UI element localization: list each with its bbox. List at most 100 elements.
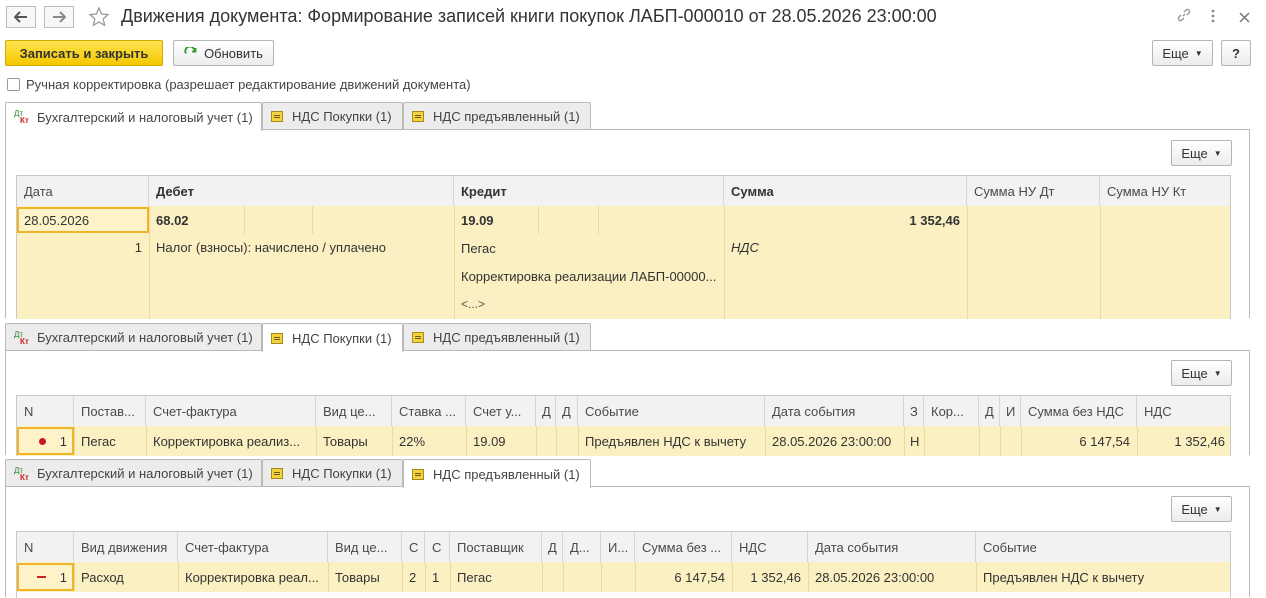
event-date-cell[interactable]: 28.05.2026 23:00:00 [808, 562, 976, 592]
tab-label: НДС Покупки (1) [292, 466, 392, 481]
column-header[interactable]: Дата события [765, 396, 904, 426]
vat-cell[interactable]: 1 352,46 [732, 562, 808, 592]
column-header[interactable]: Д... [563, 532, 601, 562]
back-button[interactable] [6, 6, 36, 28]
tab-vat-purchases[interactable]: НДС Покупки (1) [262, 323, 403, 352]
column-header[interactable]: Ставка ... [392, 396, 466, 426]
supplier-cell[interactable]: Пегас [74, 426, 146, 456]
column-header[interactable]: Вид движения [74, 532, 178, 562]
column-header[interactable]: И [1000, 396, 1021, 426]
column-header[interactable]: Сумма без ... [635, 532, 732, 562]
sum-subconto[interactable]: НДС [724, 234, 967, 260]
column-header[interactable]: Сумма НУ Кт [1100, 176, 1230, 206]
column-header[interactable]: Кор... [924, 396, 979, 426]
tab-accounting[interactable]: Дт Кт Бухгалтерский и налоговый учет (1) [5, 102, 262, 131]
row-number: 1 [59, 433, 67, 449]
tab-accounting[interactable]: Дт Кт Бухгалтерский и налоговый учет (1) [5, 459, 262, 487]
column-header[interactable]: Постав... [74, 396, 146, 426]
credit-subconto-3[interactable]: <...> [454, 290, 724, 318]
vat-cell[interactable]: 1 352,46 [1137, 426, 1230, 456]
column-header[interactable]: Д [556, 396, 578, 426]
arrow-right-icon [53, 11, 66, 23]
column-header[interactable]: Дебет [149, 176, 454, 206]
account-cell[interactable]: 19.09 [466, 426, 536, 456]
manual-correction-checkbox[interactable] [7, 78, 20, 91]
credit-subconto-2[interactable]: Корректировка реализации ЛАБП-00000... [454, 262, 724, 290]
column-header[interactable]: Счет-фактура [178, 532, 328, 562]
date-cell[interactable]: 28.05.2026 [17, 207, 149, 233]
column-header[interactable]: Сумма [724, 176, 967, 206]
column-header[interactable]: Д [979, 396, 1000, 426]
sum-without-vat-cell[interactable]: 6 147,54 [1021, 426, 1137, 456]
sum-cell[interactable]: 1 352,46 [724, 206, 967, 234]
favorite-star-icon[interactable] [88, 6, 110, 31]
more-vertical-icon[interactable] [1210, 8, 1216, 29]
column-header[interactable]: Сумма без НДС [1021, 396, 1137, 426]
column-header[interactable]: С [402, 532, 425, 562]
tab-vat-purchases[interactable]: НДС Покупки (1) [262, 459, 403, 487]
column-header[interactable]: НДС [1137, 396, 1230, 426]
column-header[interactable]: Сумма НУ Дт [967, 176, 1100, 206]
dropdown-arrow-icon: ▼ [1213, 368, 1222, 378]
column-header[interactable]: Вид це... [316, 396, 392, 426]
refresh-button[interactable]: Обновить [173, 40, 274, 66]
column-header[interactable]: Событие [578, 396, 765, 426]
forward-button[interactable] [44, 6, 74, 28]
invoice-cell[interactable]: Корректировка реализ... [146, 426, 316, 456]
sum-without-vat-cell[interactable]: 6 147,54 [635, 562, 732, 592]
tab-accounting[interactable]: Дт Кт Бухгалтерский и налоговый учет (1) [5, 323, 262, 351]
more-button[interactable]: Еще ▼ [1152, 40, 1213, 66]
column-header[interactable]: N [17, 532, 74, 562]
column-header[interactable]: Дата [17, 176, 149, 206]
row-number-cell[interactable]: 1 [17, 563, 74, 591]
tab-vat-presented[interactable]: НДС предъявленный (1) [403, 459, 591, 488]
movement-type-cell[interactable]: Расход [74, 562, 178, 592]
column-header[interactable]: Событие [976, 532, 1230, 562]
column-header[interactable]: Д [542, 532, 563, 562]
column-header[interactable]: З [904, 396, 924, 426]
column-header[interactable]: НДС [732, 532, 808, 562]
rate-cell[interactable]: 22% [392, 426, 466, 456]
event-cell[interactable]: Предъявлен НДС к вычету [976, 562, 1230, 592]
event-cell[interactable]: Предъявлен НДС к вычету [578, 426, 765, 456]
accounting-table[interactable]: Дата Дебет Кредит Сумма Сумма НУ Дт Сумм… [16, 175, 1231, 319]
vat-presented-table[interactable]: N Вид движения Счет-фактура Вид це... С … [16, 531, 1231, 598]
value-type-cell[interactable]: Товары [328, 562, 402, 592]
supplier-cell[interactable]: Пегас [450, 562, 542, 592]
debit-subconto[interactable]: Налог (взносы): начислено / уплачено [149, 234, 454, 260]
column-header[interactable]: Д [536, 396, 556, 426]
c2-cell[interactable]: 1 [425, 562, 450, 592]
column-header[interactable]: И... [601, 532, 635, 562]
dropdown-arrow-icon: ▼ [1213, 504, 1222, 514]
help-button[interactable]: ? [1221, 40, 1251, 66]
more-button[interactable]: Еще ▼ [1171, 360, 1232, 386]
vat-purchases-section: Дт Кт Бухгалтерский и налоговый учет (1) … [5, 323, 1250, 456]
tab-vat-presented[interactable]: НДС предъявленный (1) [403, 323, 591, 351]
value-type-cell[interactable]: Товары [316, 426, 392, 456]
vat-purchases-table[interactable]: N Постав... Счет-фактура Вид це... Ставк… [16, 395, 1231, 456]
more-button[interactable]: Еще ▼ [1171, 496, 1232, 522]
c1-cell[interactable]: 2 [402, 562, 425, 592]
column-header[interactable]: Поставщик [450, 532, 542, 562]
more-button[interactable]: Еще ▼ [1171, 140, 1232, 166]
tab-vat-presented[interactable]: НДС предъявленный (1) [403, 102, 591, 130]
column-header[interactable]: Счет-фактура [146, 396, 316, 426]
credit-subconto-1[interactable]: Пегас [454, 234, 724, 262]
more-label: Еще [1181, 501, 1208, 517]
event-date-cell[interactable]: 28.05.2026 23:00:00 [765, 426, 904, 456]
column-header[interactable]: Счет у... [466, 396, 536, 426]
column-header[interactable]: С [425, 532, 450, 562]
z-cell[interactable]: Н [904, 426, 924, 456]
link-icon[interactable] [1176, 7, 1192, 28]
invoice-cell[interactable]: Корректировка реал... [178, 562, 328, 592]
close-icon[interactable] [1239, 10, 1250, 28]
column-header[interactable]: Дата события [808, 532, 976, 562]
tab-vat-purchases[interactable]: НДС Покупки (1) [262, 102, 403, 130]
credit-account[interactable]: 19.09 [454, 206, 538, 234]
debit-account[interactable]: 68.02 [149, 206, 244, 234]
column-header[interactable]: N [17, 396, 74, 426]
save-and-close-button[interactable]: Записать и закрыть [5, 40, 163, 66]
column-header[interactable]: Кредит [454, 176, 724, 206]
column-header[interactable]: Вид це... [328, 532, 402, 562]
row-number-cell[interactable]: 1 [17, 427, 74, 455]
